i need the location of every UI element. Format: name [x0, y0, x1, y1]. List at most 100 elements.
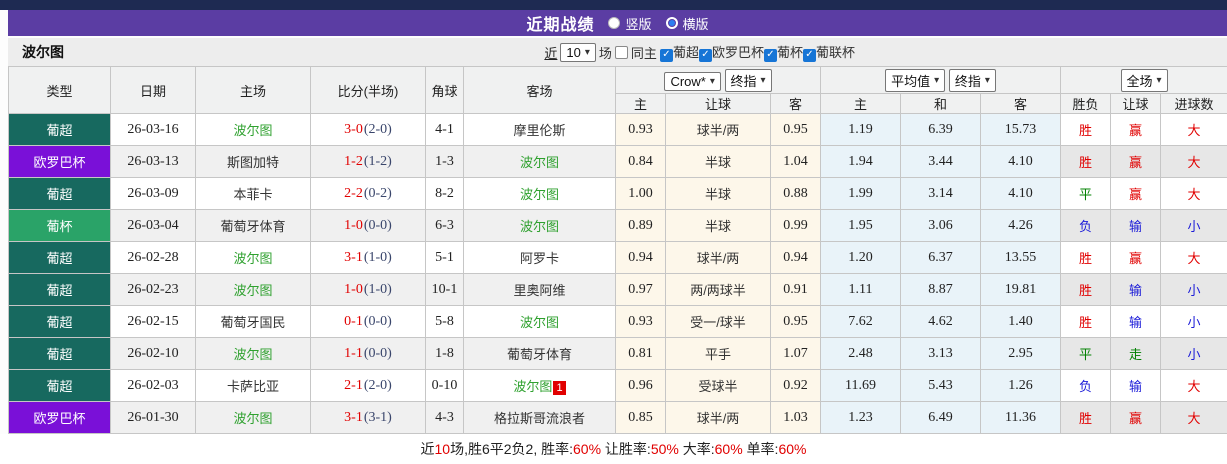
- ah-away-odds: 1.04: [771, 146, 821, 178]
- away-team-link[interactable]: 阿罗卡: [464, 242, 616, 274]
- eu-time-select[interactable]: 终指▾: [949, 69, 996, 92]
- score-cell: 1-2(1-2): [311, 146, 426, 178]
- league-checkbox[interactable]: ✓: [699, 49, 712, 62]
- score-cell: 3-0(2-0): [311, 114, 426, 146]
- wdl-result: 负: [1061, 370, 1111, 402]
- home-team-link[interactable]: 本菲卡: [196, 178, 311, 210]
- ah-home-odds: 0.89: [616, 210, 666, 242]
- ah-home-odds: 0.93: [616, 114, 666, 146]
- col-header-away: 客场: [464, 67, 616, 114]
- league-checkbox[interactable]: ✓: [764, 49, 777, 62]
- summary-segment: 50%: [651, 441, 679, 457]
- eu-away-odds: 2.95: [981, 338, 1061, 370]
- corner-cell: 6-3: [426, 210, 464, 242]
- summary-segment: 让胜率:: [601, 441, 651, 457]
- eu-draw-odds: 3.14: [901, 178, 981, 210]
- table-row: 葡超26-02-23波尔图1-0(1-0)10-1里奥阿维0.97两/两球半0.…: [9, 274, 1227, 306]
- wdl-result: 胜: [1061, 146, 1111, 178]
- ah-away-odds: 0.95: [771, 306, 821, 338]
- recent-count-select[interactable]: 10▾: [560, 43, 596, 62]
- eu-draw-odds: 6.39: [901, 114, 981, 146]
- ah-away-odds: 0.99: [771, 210, 821, 242]
- eu-home-odds: 1.11: [821, 274, 901, 306]
- col-header-home: 主场: [196, 67, 311, 114]
- radio-unchecked-icon[interactable]: [608, 17, 620, 29]
- home-team-link[interactable]: 波尔图: [196, 402, 311, 434]
- away-team-link[interactable]: 格拉斯哥流浪者: [464, 402, 616, 434]
- home-team-link[interactable]: 波尔图: [196, 274, 311, 306]
- league-checkbox[interactable]: ✓: [803, 49, 816, 62]
- away-team-link[interactable]: 摩里伦斯: [464, 114, 616, 146]
- summary-segment: 60%: [778, 441, 806, 457]
- away-team-link[interactable]: 葡萄牙体育: [464, 338, 616, 370]
- handicap-result: 输: [1111, 306, 1161, 338]
- eu-home-odds: 1.19: [821, 114, 901, 146]
- away-team-link[interactable]: 波尔图: [464, 210, 616, 242]
- handicap-result: 输: [1111, 274, 1161, 306]
- col-header-score: 比分(半场): [311, 67, 426, 114]
- match-date: 26-03-09: [111, 178, 196, 210]
- radio-vertical-layout[interactable]: 竖版: [608, 14, 651, 33]
- ah-away-odds: 0.91: [771, 274, 821, 306]
- home-team-link[interactable]: 卡萨比亚: [196, 370, 311, 402]
- away-team-link[interactable]: 波尔图1: [464, 370, 616, 402]
- league-badge: 葡杯: [9, 210, 111, 242]
- recent-link[interactable]: 近: [544, 43, 557, 62]
- score-cell: 3-1(3-1): [311, 402, 426, 434]
- goals-result: 大: [1161, 114, 1227, 146]
- eu-type-select[interactable]: 平均值▾: [885, 69, 945, 92]
- eu-away-odds: 4.10: [981, 146, 1061, 178]
- match-date: 26-01-30: [111, 402, 196, 434]
- ah-line: 受一/球半: [666, 306, 771, 338]
- col-header-eu-home: 主: [821, 94, 901, 114]
- corner-cell: 4-1: [426, 114, 464, 146]
- ah-home-odds: 0.93: [616, 306, 666, 338]
- league-badge: 葡超: [9, 114, 111, 146]
- eu-home-odds: 2.48: [821, 338, 901, 370]
- goals-result: 小: [1161, 274, 1227, 306]
- same-home-checkbox[interactable]: [615, 46, 628, 59]
- home-team-link[interactable]: 葡萄牙体育: [196, 210, 311, 242]
- dropdown-header-row: 类型 日期 主场 比分(半场) 角球 客场 Crow*▾ 终指▾ 平均值▾ 终指…: [9, 67, 1227, 94]
- eu-home-odds: 1.99: [821, 178, 901, 210]
- home-team-link[interactable]: 葡萄牙国民: [196, 306, 311, 338]
- home-team-link[interactable]: 波尔图: [196, 338, 311, 370]
- match-date: 26-03-16: [111, 114, 196, 146]
- wdl-result: 胜: [1061, 114, 1111, 146]
- radio-horizontal-layout[interactable]: 横版: [666, 14, 709, 33]
- home-team-link[interactable]: 斯图加特: [196, 146, 311, 178]
- eu-draw-odds: 4.62: [901, 306, 981, 338]
- ah-away-odds: 0.95: [771, 114, 821, 146]
- away-team-link[interactable]: 波尔图: [464, 146, 616, 178]
- league-checkbox-label: 欧罗巴杯: [712, 45, 764, 60]
- league-checkbox[interactable]: ✓: [660, 49, 673, 62]
- ah-time-select[interactable]: 终指▾: [725, 69, 772, 92]
- col-header-ah-home: 主: [616, 94, 666, 114]
- ah-home-odds: 0.96: [616, 370, 666, 402]
- col-header-wdl: 胜负: [1061, 94, 1111, 114]
- same-home-label: 同主: [631, 43, 657, 62]
- radio-checked-icon[interactable]: [666, 17, 678, 29]
- home-team-link[interactable]: 波尔图: [196, 114, 311, 146]
- goals-result: 大: [1161, 146, 1227, 178]
- corner-cell: 10-1: [426, 274, 464, 306]
- col-header-eu-draw: 和: [901, 94, 981, 114]
- scope-select[interactable]: 全场▾: [1121, 69, 1168, 92]
- match-date: 26-02-15: [111, 306, 196, 338]
- radio-vertical-label: 竖版: [625, 14, 651, 33]
- table-row: 葡超26-02-10波尔图1-1(0-0)1-8葡萄牙体育0.81平手1.072…: [9, 338, 1227, 370]
- ah-company-select[interactable]: Crow*▾: [664, 72, 720, 91]
- corner-cell: 8-2: [426, 178, 464, 210]
- corner-cell: 4-3: [426, 402, 464, 434]
- home-team-link[interactable]: 波尔图: [196, 242, 311, 274]
- goals-result: 大: [1161, 242, 1227, 274]
- goals-result: 小: [1161, 338, 1227, 370]
- col-header-type: 类型: [9, 67, 111, 114]
- away-team-link[interactable]: 波尔图: [464, 178, 616, 210]
- score-cell: 1-0(0-0): [311, 210, 426, 242]
- away-team-link[interactable]: 波尔图: [464, 306, 616, 338]
- eu-away-odds: 11.36: [981, 402, 1061, 434]
- league-checkbox-label: 葡超: [673, 45, 699, 60]
- match-date: 26-02-10: [111, 338, 196, 370]
- away-team-link[interactable]: 里奥阿维: [464, 274, 616, 306]
